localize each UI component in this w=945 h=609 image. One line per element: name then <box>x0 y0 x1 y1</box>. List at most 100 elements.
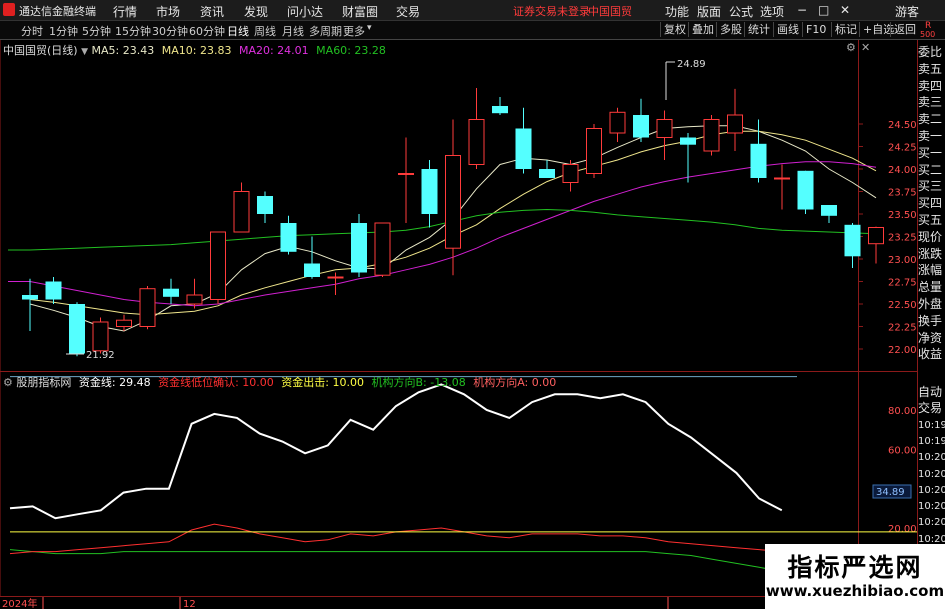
guest-user[interactable]: 游客 <box>895 3 919 20</box>
toolbar-mark-button[interactable]: 标记 <box>831 22 860 37</box>
period-tab-timeline[interactable]: 分时 <box>21 23 43 39</box>
chart-close-icon[interactable]: ✕ <box>861 41 870 54</box>
indicator-tick-label: 80.00 <box>888 406 917 417</box>
candle <box>515 107 532 174</box>
price-tick-label: 23.75 <box>888 188 917 199</box>
indicator-legend-attack: 资金出击: 10.00 <box>281 376 364 389</box>
order-book-row: 卖三 <box>918 95 943 110</box>
candle <box>821 205 837 223</box>
candle <box>304 236 320 279</box>
period-tab-1min[interactable]: 1分钟 <box>49 23 78 39</box>
toolbar-f10-button[interactable]: F10 <box>802 22 829 37</box>
toolbar-back-button[interactable]: 返回 <box>890 22 919 37</box>
candle <box>139 286 156 330</box>
toolbar-adjust-button[interactable]: 复权 <box>660 22 689 37</box>
menu-layout[interactable]: 版面 <box>697 3 721 20</box>
kline-chart-area[interactable]: 24.50 24.25 24.00 23.75 23.50 23.25 23.00 22.75… <box>0 40 945 609</box>
more-dropdown-icon[interactable]: ▾ <box>367 23 372 33</box>
candle-body-down <box>750 143 767 178</box>
period-tab-30min[interactable]: 30分钟 <box>152 23 188 39</box>
period-tab-daily[interactable]: 日线 <box>227 23 249 39</box>
order-book-row: 涨幅 <box>918 263 943 278</box>
candle <box>186 278 203 309</box>
candle-body-up <box>139 288 156 328</box>
indicator-legend-low: 资金线低位确认: 10.00 <box>158 376 274 389</box>
candle-body-down <box>797 170 814 210</box>
candle-body-up <box>233 191 250 233</box>
menu-discover[interactable]: 发现 <box>244 3 268 20</box>
candle <box>492 97 508 115</box>
price-tick-label: 22.50 <box>888 300 917 311</box>
watermark-logo: 指标严选网 www.xuezhibiao.com <box>765 544 945 609</box>
candlesticks <box>22 88 884 357</box>
candle <box>633 98 649 142</box>
current-stock: 中国国贸 <box>588 5 632 18</box>
candle <box>163 278 179 304</box>
candle-body-down <box>280 223 297 252</box>
candle-body-down <box>22 295 38 300</box>
candle-body-down <box>69 304 85 354</box>
inst-direction-b-line <box>9 549 782 572</box>
candle-body-down <box>515 128 532 169</box>
period-tab-weekly[interactable]: 周线 <box>254 23 276 39</box>
close-icon[interactable]: ✕ <box>840 3 850 17</box>
trade-tick-row: 10:20 <box>918 468 945 480</box>
menu-market[interactable]: 市场 <box>156 3 180 20</box>
trade-tick-row: 10:20 <box>918 484 945 496</box>
candle-body-up <box>445 155 461 249</box>
indicator-legend-line: 资金线: 29.48 <box>78 376 151 389</box>
indicator-tick-label: 60.00 <box>888 445 917 456</box>
menu-ask[interactable]: 问小达 <box>287 3 323 20</box>
period-tab-60min[interactable]: 60分钟 <box>189 23 225 39</box>
candle <box>468 88 485 169</box>
candle-body-down <box>45 281 62 300</box>
candle <box>69 302 85 357</box>
watermark-title: 指标严选网 <box>787 553 923 582</box>
menu-quotes[interactable]: 行情 <box>113 3 137 20</box>
maximize-icon[interactable]: □ <box>818 3 829 17</box>
moving-average-lines <box>8 125 877 332</box>
chart-settings-icon[interactable]: ⚙ <box>846 41 856 54</box>
menu-function[interactable]: 功能 <box>665 3 689 20</box>
candle <box>398 137 414 223</box>
order-book-row: 卖四 <box>918 78 943 93</box>
price-tick-label: 22.25 <box>888 323 917 334</box>
menu-news[interactable]: 资讯 <box>200 3 224 20</box>
menu-options[interactable]: 选项 <box>760 3 784 20</box>
trade-tick-row: 10:20 <box>918 501 945 513</box>
toolbar-stats-button[interactable]: 统计 <box>744 22 773 37</box>
menu-wealth[interactable]: 财富圈 <box>342 3 378 20</box>
period-tab-more[interactable]: 更多 <box>343 23 365 39</box>
candle-body-up <box>609 111 626 134</box>
period-tab-multi[interactable]: 多周期 <box>309 23 342 39</box>
period-tab-monthly[interactable]: 月线 <box>282 23 304 39</box>
period-tab-5min[interactable]: 5分钟 <box>82 23 111 39</box>
indicator-legend-inst-a: 机构方向A: 0.00 <box>473 376 557 389</box>
candle <box>586 124 602 178</box>
order-book-row: 卖五 <box>918 61 943 76</box>
candle <box>22 278 38 331</box>
order-book-row: 买五 <box>918 213 943 227</box>
login-status[interactable]: 证券交易未登录 <box>513 3 590 19</box>
menu-formula[interactable]: 公式 <box>729 3 753 20</box>
toolbar-multi-button[interactable]: 多股 <box>716 22 745 37</box>
app-title: 通达信金融终端 <box>19 5 96 18</box>
candle <box>92 317 109 354</box>
candle <box>233 182 250 233</box>
toolbar-overlay-button[interactable]: 叠加 <box>688 22 717 37</box>
price-tick-label: 23.50 <box>888 210 917 221</box>
main-chart-header: 中国国贸(日线) ▼ MA5: 23.43 MA10: 23.83 MA20: … <box>3 42 386 58</box>
indicator-gear-icon[interactable]: ⚙ <box>3 376 13 389</box>
ma60-line <box>8 208 877 251</box>
toolbar-draw-button[interactable]: 画线 <box>773 22 802 37</box>
candle-body-up <box>562 164 579 183</box>
candle-body-up <box>186 294 203 305</box>
order-book-row: 买三 <box>918 179 943 194</box>
period-tab-15min[interactable]: 15分钟 <box>115 23 151 39</box>
menu-trade[interactable]: 交易 <box>396 3 420 20</box>
indicator-legend-inst-b: 机构方向B: -13.08 <box>371 376 466 389</box>
minimize-icon[interactable]: − <box>797 3 807 17</box>
candle <box>45 277 62 304</box>
dropdown-icon[interactable]: ▼ <box>81 47 88 57</box>
ma20-legend: MA20: 24.01 <box>238 44 309 57</box>
